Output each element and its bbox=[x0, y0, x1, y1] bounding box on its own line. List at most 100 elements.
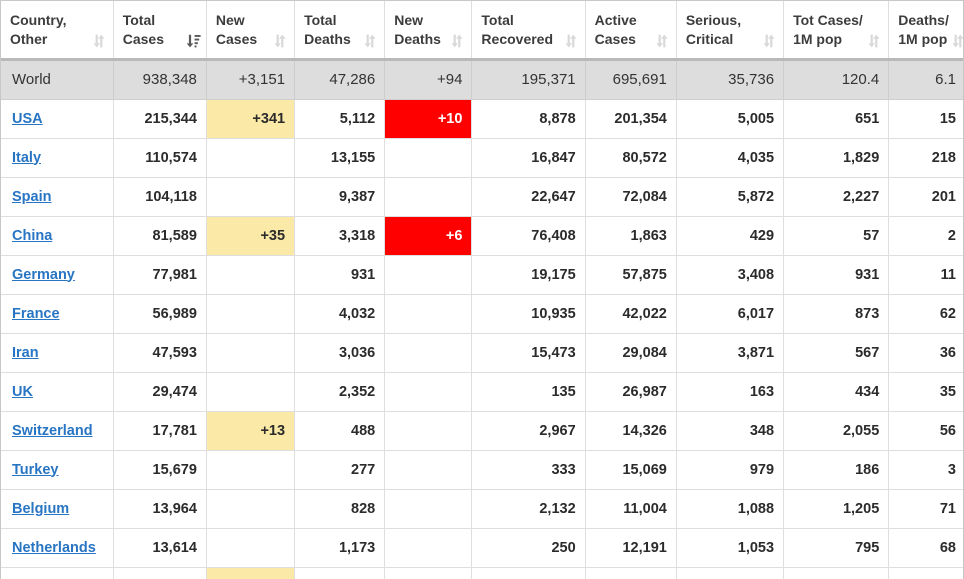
cell-new_cases bbox=[206, 450, 296, 490]
column-header-label-line2: Deaths bbox=[394, 30, 441, 47]
cell-serious_critical: 979 bbox=[676, 450, 785, 490]
cell-total_recovered: 22,647 bbox=[471, 177, 586, 217]
sort-unsorted-icon[interactable] bbox=[452, 34, 464, 48]
cell-deaths_1m: 35 bbox=[888, 372, 963, 412]
cell-new_cases bbox=[206, 333, 296, 373]
cell-tot_cases_1m: 57 bbox=[783, 216, 890, 256]
cell-serious_critical: 35,736 bbox=[676, 59, 785, 100]
cell-total_deaths: 5,112 bbox=[294, 99, 386, 139]
cell-total_cases: 81,589 bbox=[113, 216, 207, 256]
column-header-total_deaths[interactable]: Total Deaths bbox=[294, 1, 386, 61]
column-header-label-line2: Recovered bbox=[481, 30, 554, 47]
cell-total_deaths: 4,032 bbox=[294, 294, 386, 334]
column-header-deaths_1m[interactable]: Deaths/1M pop bbox=[888, 1, 963, 61]
table-row: Netherlands 13,614 1,173 250 12,191 1,053 795 6… bbox=[1, 528, 963, 568]
table-row bbox=[1, 567, 963, 579]
cell-tot_cases_1m: 931 bbox=[783, 255, 890, 295]
column-header-new_deaths[interactable]: New Deaths bbox=[384, 1, 473, 61]
cell-serious_critical: 1,053 bbox=[676, 528, 785, 568]
sort-unsorted-icon[interactable] bbox=[656, 34, 668, 48]
column-header-label-line1: Total bbox=[122, 11, 156, 28]
column-header-serious_critical[interactable]: Serious, Critical bbox=[676, 1, 785, 61]
column-header-tot_cases_1m[interactable]: Tot Cases/1M pop bbox=[783, 1, 890, 61]
cell-new_deaths bbox=[384, 450, 473, 490]
cell-tot_cases_1m bbox=[783, 567, 890, 579]
cell-new_cases bbox=[206, 489, 296, 529]
table-row: Switzerland 17,781 +13 488 2,967 14,326 348 2,0… bbox=[1, 411, 963, 451]
cell-new_deaths bbox=[384, 255, 473, 295]
cell-active_cases: 12,191 bbox=[585, 528, 677, 568]
country-link[interactable]: Iran bbox=[12, 345, 39, 361]
cell-active_cases: 201,354 bbox=[585, 99, 677, 139]
column-header-new_cases[interactable]: New Cases bbox=[206, 1, 296, 61]
cell-country: UK bbox=[1, 372, 114, 412]
table-row: UK 29,474 2,352 135 26,987 163 434 35 bbox=[1, 372, 963, 412]
cell-new_deaths bbox=[384, 528, 473, 568]
sort-unsorted-icon[interactable] bbox=[953, 34, 963, 48]
cell-deaths_1m: 71 bbox=[888, 489, 963, 529]
sort-unsorted-icon[interactable] bbox=[869, 34, 880, 48]
cell-total_recovered: 2,967 bbox=[471, 411, 586, 451]
sort-unsorted-icon[interactable] bbox=[565, 34, 577, 48]
cell-total_deaths: 3,318 bbox=[294, 216, 386, 256]
cell-country: World bbox=[1, 59, 114, 100]
table-row: Germany 77,981 931 19,175 57,875 3,408 931 11 bbox=[1, 255, 963, 295]
country-link[interactable]: Italy bbox=[12, 150, 41, 166]
column-header-total_recovered[interactable]: Total Recovered bbox=[471, 1, 586, 61]
sort-amount-desc-icon[interactable] bbox=[186, 34, 201, 48]
cell-country: Netherlands bbox=[1, 528, 114, 568]
country-link[interactable]: Turkey bbox=[12, 462, 58, 478]
cell-country: USA bbox=[1, 99, 114, 139]
cell-country: Italy bbox=[1, 138, 114, 178]
cell-deaths_1m: 68 bbox=[888, 528, 963, 568]
cell-total_recovered: 16,847 bbox=[471, 138, 586, 178]
sort-unsorted-icon[interactable] bbox=[93, 34, 105, 48]
cell-active_cases: 11,004 bbox=[585, 489, 677, 529]
cell-tot_cases_1m: 434 bbox=[783, 372, 890, 412]
cell-serious_critical: 1,088 bbox=[676, 489, 785, 529]
cell-total_deaths: 277 bbox=[294, 450, 386, 490]
cell-active_cases: 14,326 bbox=[585, 411, 677, 451]
country-link[interactable]: Germany bbox=[12, 267, 75, 283]
country-link[interactable]: Belgium bbox=[12, 501, 69, 517]
column-header-label-line1: Serious, bbox=[685, 11, 742, 28]
cell-tot_cases_1m: 795 bbox=[783, 528, 890, 568]
cell-country: Switzerland bbox=[1, 411, 114, 451]
cell-serious_critical: 163 bbox=[676, 372, 785, 412]
cell-new_cases: +341 bbox=[206, 99, 296, 139]
cell-tot_cases_1m: 1,829 bbox=[783, 138, 890, 178]
column-header-active_cases[interactable]: Active Cases bbox=[585, 1, 677, 61]
cell-total_deaths bbox=[294, 567, 386, 579]
cell-total_cases: 29,474 bbox=[113, 372, 207, 412]
country-link[interactable]: UK bbox=[12, 384, 33, 400]
cell-tot_cases_1m: 2,227 bbox=[783, 177, 890, 217]
cell-total_recovered: 135 bbox=[471, 372, 586, 412]
sort-unsorted-icon[interactable] bbox=[365, 34, 376, 48]
cell-total_cases: 110,574 bbox=[113, 138, 207, 178]
country-link[interactable]: France bbox=[12, 306, 60, 322]
column-header-country[interactable]: Country, Other bbox=[1, 1, 114, 61]
cell-tot_cases_1m: 873 bbox=[783, 294, 890, 334]
country-link[interactable]: Netherlands bbox=[12, 540, 96, 556]
table-row: France 56,989 4,032 10,935 42,022 6,017 873 62 bbox=[1, 294, 963, 334]
table-row: Italy 110,574 13,155 16,847 80,572 4,035 1,829… bbox=[1, 138, 963, 178]
country-link[interactable]: USA bbox=[12, 111, 43, 127]
country-link[interactable]: China bbox=[12, 228, 52, 244]
cell-total_cases: 56,989 bbox=[113, 294, 207, 334]
cell-deaths_1m: 6.1 bbox=[888, 59, 963, 100]
sort-unsorted-icon[interactable] bbox=[764, 34, 775, 48]
country-link[interactable]: Spain bbox=[12, 189, 51, 205]
cell-deaths_1m: 56 bbox=[888, 411, 963, 451]
sort-unsorted-icon[interactable] bbox=[275, 34, 286, 48]
cell-new_cases bbox=[206, 294, 296, 334]
table-row: Belgium 13,964 828 2,132 11,004 1,088 1,205 71 bbox=[1, 489, 963, 529]
cell-active_cases: 57,875 bbox=[585, 255, 677, 295]
cell-total_recovered: 19,175 bbox=[471, 255, 586, 295]
column-header-total_cases[interactable]: Total Cases bbox=[113, 1, 207, 61]
cell-active_cases: 42,022 bbox=[585, 294, 677, 334]
cell-total_recovered: 76,408 bbox=[471, 216, 586, 256]
country-link[interactable]: Switzerland bbox=[12, 423, 93, 439]
cell-total_recovered bbox=[471, 567, 586, 579]
header-row: Country, Other Total Cases New Cases Total Deat… bbox=[1, 1, 963, 61]
cell-serious_critical: 3,408 bbox=[676, 255, 785, 295]
